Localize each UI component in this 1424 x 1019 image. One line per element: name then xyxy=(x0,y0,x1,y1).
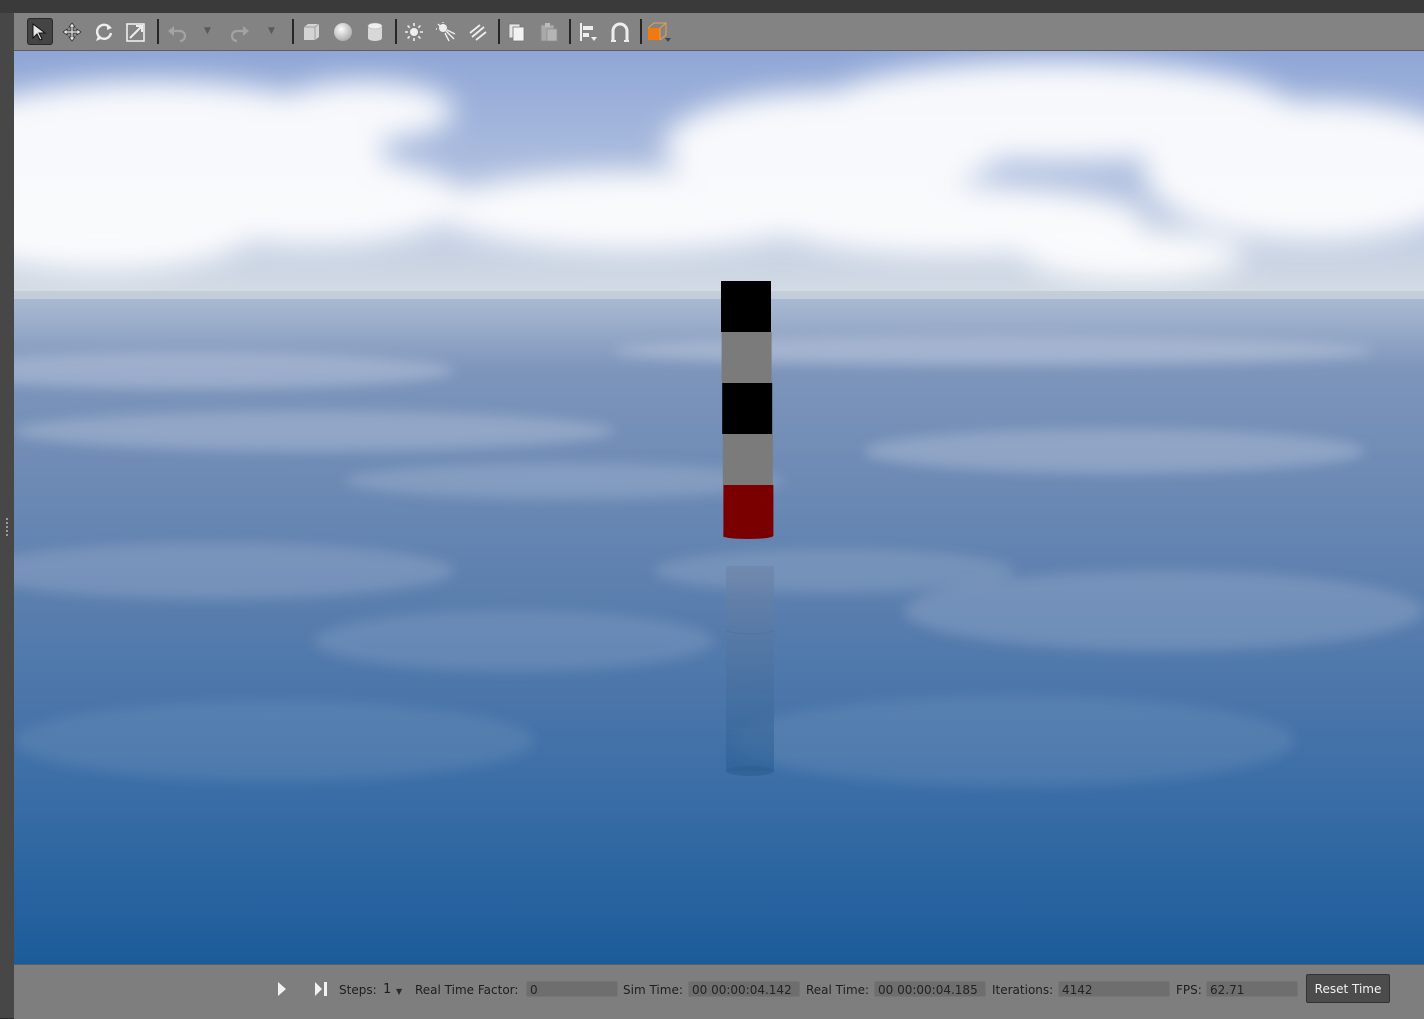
rtf-value: 0 xyxy=(526,981,618,997)
scene-render[interactable] xyxy=(14,51,1424,964)
rotate-icon[interactable] xyxy=(91,18,117,45)
toolbar-separator xyxy=(395,19,397,44)
undo-icon[interactable] xyxy=(164,18,190,45)
left-panel-handle[interactable] xyxy=(0,13,14,1018)
sphere-shape-icon[interactable] xyxy=(330,18,356,45)
striped-buoy-pole[interactable] xyxy=(721,281,774,539)
toolbar-separator xyxy=(569,19,571,44)
real-time-value: 00 00:00:04.185 xyxy=(874,981,986,997)
steps-label: Steps: xyxy=(339,983,377,997)
redo-dropdown-icon[interactable]: ▼ xyxy=(268,26,275,36)
point-light-icon[interactable] xyxy=(401,18,427,45)
select-arrow-icon[interactable] xyxy=(27,18,53,45)
buoy-stripe xyxy=(721,332,772,383)
directional-light-icon[interactable] xyxy=(465,18,491,45)
iterations-value: 4142 xyxy=(1058,981,1170,997)
toolbar: ▼ ▼ xyxy=(14,13,1424,51)
toolbar-separator xyxy=(157,19,159,44)
reset-time-button[interactable]: Reset Time xyxy=(1306,974,1390,1003)
redo-icon[interactable] xyxy=(227,18,253,45)
3d-scene-viewport[interactable] xyxy=(14,51,1424,964)
buoy-stripe xyxy=(721,281,771,332)
toolbar-separator xyxy=(640,19,642,44)
iterations-label: Iterations: xyxy=(992,983,1054,997)
box-shape-icon[interactable] xyxy=(298,18,324,45)
toolbar-separator xyxy=(292,19,294,44)
sim-time-value: 00 00:00:04.142 xyxy=(688,981,800,997)
buoy-reflection xyxy=(725,566,775,776)
simulation-status-bar: Steps: 1 ▼ Real Time Factor: 0 Sim Time:… xyxy=(14,964,1424,1019)
fps-value: 62.71 xyxy=(1206,981,1298,997)
buoy-stripe xyxy=(722,383,773,434)
horizon xyxy=(14,291,1424,299)
toolbar-separator xyxy=(498,19,500,44)
splitter-grip-icon[interactable] xyxy=(6,518,8,536)
buoy-stripe xyxy=(722,434,773,485)
window-title-strip xyxy=(0,0,1424,13)
rtf-label: Real Time Factor: xyxy=(415,983,519,997)
paste-icon[interactable] xyxy=(536,18,562,45)
view-angle-icon[interactable] xyxy=(646,18,672,45)
copy-icon[interactable] xyxy=(504,18,530,45)
align-icon[interactable] xyxy=(575,18,601,45)
cylinder-shape-icon[interactable] xyxy=(362,18,388,45)
buoy-stripe xyxy=(723,485,774,536)
steps-dropdown-icon[interactable]: ▼ xyxy=(396,987,402,996)
fps-label: FPS: xyxy=(1176,983,1202,997)
sim-time-label: Sim Time: xyxy=(623,983,683,997)
scale-icon[interactable] xyxy=(123,18,149,45)
snap-magnet-icon[interactable] xyxy=(607,18,633,45)
step-icon[interactable] xyxy=(313,980,329,1002)
undo-dropdown-icon[interactable]: ▼ xyxy=(204,26,211,36)
play-icon[interactable] xyxy=(276,981,288,1001)
translate-icon[interactable] xyxy=(59,18,85,45)
real-time-label: Real Time: xyxy=(806,983,870,997)
steps-value[interactable]: 1 xyxy=(383,982,391,997)
buoy-base xyxy=(723,533,773,539)
spot-light-icon[interactable] xyxy=(433,18,459,45)
